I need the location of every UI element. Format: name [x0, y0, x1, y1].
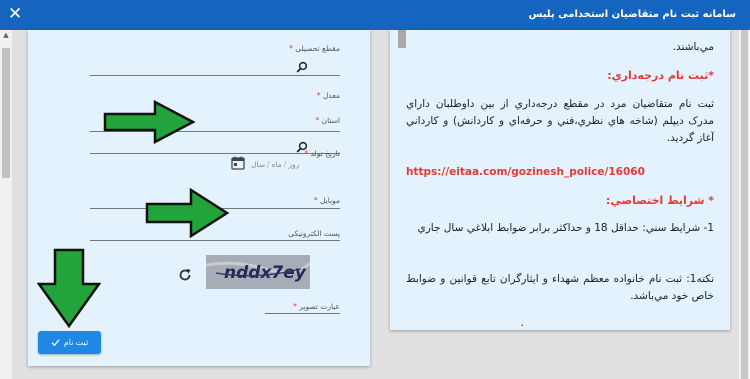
- condition-age: 1- شرايط سني: حداقل 18 و حداكثر برابر ضو…: [417, 222, 714, 234]
- close-icon[interactable]: ✕: [8, 4, 22, 24]
- scroll-up-icon[interactable]: ▲: [0, 30, 12, 40]
- birthdate-parts[interactable]: روز/ماه/سال: [250, 160, 300, 169]
- window-title: سامانه ثبت نام متقاضیان استخدامی پلیس: [528, 9, 736, 20]
- note-martyrs: نكته1: ثبت نام خانواده معظم شهداء و ايثا…: [406, 273, 714, 302]
- degree-heading: *ثبت نام درجه‌داري:: [607, 69, 714, 82]
- right-scrollbar[interactable]: [739, 30, 750, 379]
- degree-text: ثبت نام متقاضيان مرد در مقطع درجه‌داري ا…: [406, 98, 714, 144]
- arrow-right-icon: [145, 188, 229, 238]
- birth-year[interactable]: سال: [251, 160, 265, 169]
- title-bar: سامانه ثبت نام متقاضیان استخدامی پلیس ✕: [0, 0, 750, 30]
- dialog-body: ▲ مقطع تحصیلی * معدل * استان * تاریخ تول…: [0, 30, 750, 379]
- conditions-heading: * شرايط اختصاصي:: [605, 194, 714, 207]
- birth-day[interactable]: روز: [288, 160, 299, 169]
- email-label: پست الکترونیکی: [288, 229, 340, 238]
- captcha-input-label: عبارت تصویر *: [293, 302, 340, 311]
- scrollbar-thumb[interactable]: [2, 48, 10, 178]
- scrollbar-thumb[interactable]: [741, 30, 748, 379]
- gpa-label-text: معدل *: [316, 91, 340, 100]
- province-label: استان *: [315, 116, 340, 125]
- date-separator: /: [267, 160, 270, 169]
- refresh-icon[interactable]: [178, 268, 192, 282]
- info-panel: مي‌باشند. *ثبت نام درجه‌داري: ثبت نام مت…: [390, 30, 730, 330]
- birth-month[interactable]: ماه: [272, 160, 282, 169]
- check-icon: [51, 339, 60, 347]
- registration-form: مقطع تحصیلی * معدل * استان * تاریخ تولد …: [28, 30, 370, 366]
- submit-button[interactable]: ثبت نام: [38, 331, 101, 354]
- info-top-text: مي‌باشند.: [672, 41, 714, 53]
- arrow-right-icon: [103, 100, 195, 144]
- captcha-text: nddx7ey: [224, 263, 307, 283]
- birthdate-label: تاریخ تولد *: [304, 149, 340, 158]
- telegram-link[interactable]: https://eitaa.com/gozinesh_police/16060: [406, 164, 714, 181]
- arrow-down-icon: [37, 248, 101, 328]
- trailing-dot: .: [520, 317, 524, 329]
- education-label: مقطع تحصیلی *: [289, 44, 340, 53]
- captcha-input-field[interactable]: عبارت تصویر *: [90, 302, 340, 314]
- submit-label: ثبت نام: [63, 338, 89, 347]
- info-scroll-indicator: [398, 30, 406, 48]
- birthdate-field[interactable]: تاریخ تولد *: [90, 149, 340, 177]
- left-scrollbar[interactable]: ▲: [0, 30, 12, 379]
- education-field[interactable]: مقطع تحصیلی *: [90, 44, 340, 76]
- captcha-image: nddx7ey: [206, 255, 310, 289]
- mobile-label: موبایل *: [313, 196, 340, 205]
- date-separator: /: [283, 160, 287, 169]
- search-icon[interactable]: [296, 61, 308, 73]
- calendar-icon[interactable]: [231, 156, 245, 170]
